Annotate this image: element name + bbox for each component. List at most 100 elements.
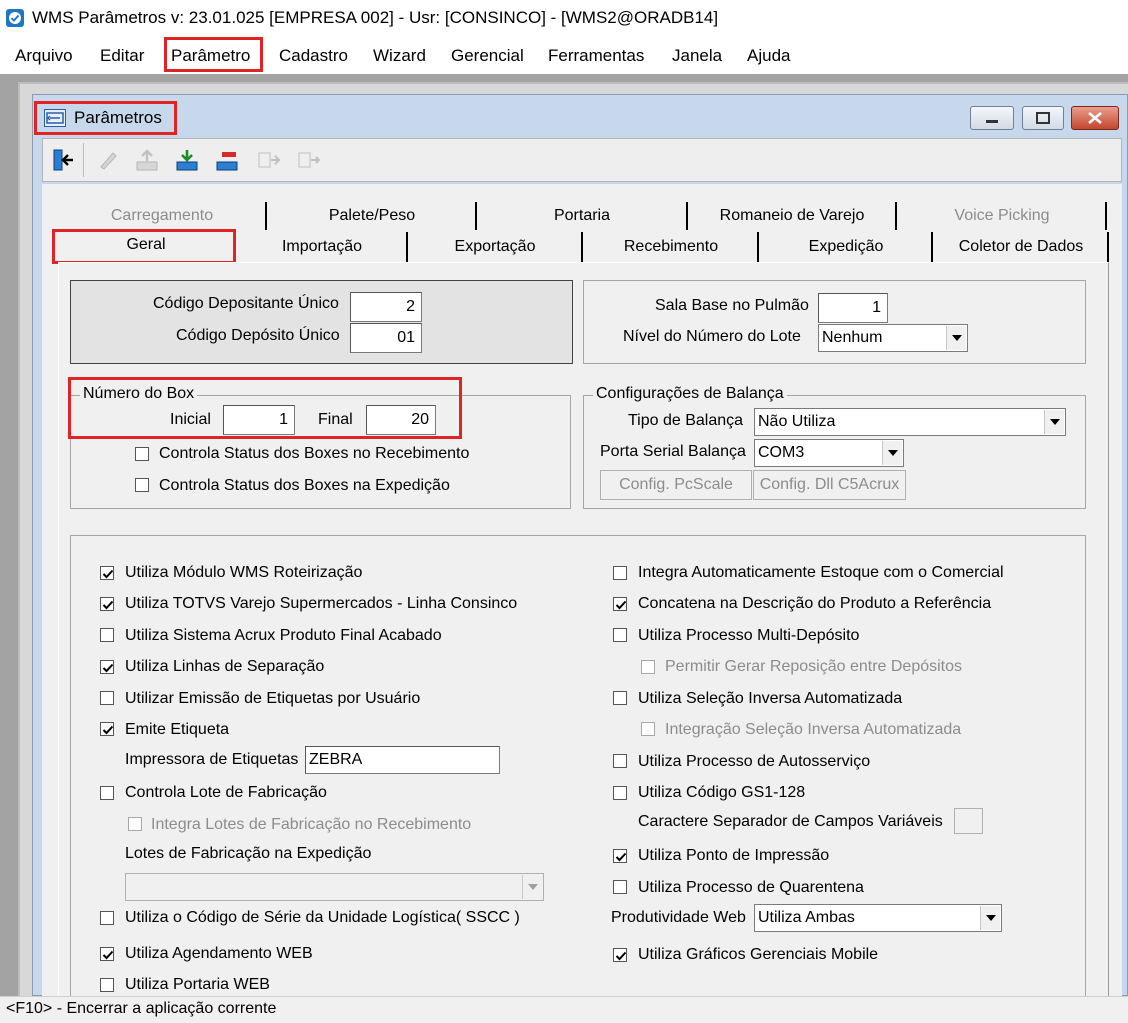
chk-quarentena-label: Utiliza Processo de Quarentena [638, 879, 864, 896]
nivel-lote-value: Nenhum [822, 329, 883, 346]
tab-palete-peso[interactable]: Palete/Peso [270, 207, 474, 225]
chk-multi-deposito-label: Utiliza Processo Multi-Depósito [638, 627, 860, 644]
sala-base-input[interactable]: 1 [818, 293, 888, 323]
tab-recebimento[interactable]: Recebimento [586, 238, 756, 256]
cod-depositante-input[interactable]: 2 [350, 292, 422, 322]
cod-deposito-input[interactable]: 01 [350, 323, 422, 353]
chk-sscc[interactable] [100, 911, 114, 925]
lotes-exped-label: Lotes de Fabricação na Expedição [125, 845, 372, 862]
menu-ajuda[interactable]: Ajuda [747, 46, 790, 66]
chk-autosservico[interactable] [613, 754, 627, 768]
chk-linhas[interactable] [100, 660, 114, 674]
chevron-down-icon[interactable] [522, 875, 542, 899]
cod-deposito-label: Código Depósito Único [176, 327, 340, 344]
tab-portaria[interactable]: Portaria [480, 207, 684, 225]
menu-ferramentas[interactable]: Ferramentas [548, 46, 644, 66]
tab-expedicao[interactable]: Expedição [762, 238, 930, 256]
chk-permitir-repos[interactable] [641, 660, 655, 674]
tab-romaneio-varejo[interactable]: Romaneio de Varejo [690, 207, 894, 225]
nivel-lote-label: Nível do Número do Lote [623, 328, 801, 345]
menu-gerencial[interactable]: Gerencial [451, 46, 524, 66]
chk-integracao-selecao-label: Integração Seleção Inversa Automatizada [665, 721, 962, 738]
download-tray-icon[interactable] [170, 142, 204, 178]
chevron-down-icon[interactable] [980, 906, 1000, 930]
chk-gs1[interactable] [613, 786, 627, 800]
tipo-balanca-value: Não Utiliza [758, 413, 836, 430]
minimize-button[interactable] [970, 106, 1014, 130]
tab-carregamento[interactable]: Carregamento [62, 207, 262, 225]
impressora-input[interactable]: ZEBRA [305, 746, 500, 774]
menu-wizard[interactable]: Wizard [373, 46, 426, 66]
chevron-down-icon[interactable] [1044, 410, 1064, 434]
codes-panel [70, 280, 573, 364]
menu-cadastro[interactable]: Cadastro [279, 46, 348, 66]
chk-status-receb[interactable] [135, 447, 149, 461]
chk-integra-lotes[interactable] [128, 817, 142, 831]
tab-voice-picking[interactable]: Voice Picking [900, 207, 1104, 225]
chk-multi-deposito[interactable] [613, 628, 627, 642]
menu-editar[interactable]: Editar [100, 46, 144, 66]
caractere-sep-label: Caractere Separador de Campos Variáveis [638, 813, 943, 830]
child-title-highlight [34, 101, 177, 135]
chk-status-exped[interactable] [135, 478, 149, 492]
chk-ponto-impressao-label: Utiliza Ponto de Impressão [638, 847, 830, 864]
close-button[interactable] [1071, 106, 1119, 130]
chk-lote-fab-label: Controla Lote de Fabricação [125, 784, 327, 801]
config-dll-button[interactable]: Config. Dll C5Acrux [753, 470, 906, 500]
chk-integra-lotes-label: Integra Lotes de Fabricação no Recebimen… [151, 816, 472, 833]
table-export-icon [292, 142, 326, 178]
chk-selecao-inversa[interactable] [613, 691, 627, 705]
exit-door-icon[interactable] [46, 142, 80, 178]
chevron-down-icon[interactable] [946, 326, 966, 350]
maximize-button[interactable] [1022, 106, 1064, 130]
chk-acrux[interactable] [100, 628, 114, 642]
caractere-sep-input[interactable] [954, 808, 983, 834]
lotes-exped-select[interactable] [125, 873, 544, 901]
chk-gs1-label: Utiliza Código GS1-128 [638, 784, 806, 801]
menu-janela[interactable]: Janela [672, 46, 722, 66]
chk-acrux-label: Utiliza Sistema Acrux Produto Final Acab… [125, 627, 442, 644]
chk-graficos-label: Utiliza Gráficos Gerenciais Mobile [638, 946, 879, 963]
cod-depositante-label: Código Depositante Único [153, 295, 339, 312]
remove-tray-icon[interactable] [210, 142, 244, 178]
chk-status-exped-label: Controla Status dos Boxes na Expedição [159, 477, 450, 494]
chk-sscc-label: Utiliza o Código de Série da Unidade Log… [125, 909, 520, 926]
chk-etiq-usuario[interactable] [100, 691, 114, 705]
tipo-balanca-select[interactable]: Não Utiliza [754, 408, 1066, 436]
chk-lote-fab[interactable] [100, 786, 114, 800]
porta-serial-label: Porta Serial Balança [600, 443, 746, 460]
chk-integra-estoque[interactable] [613, 566, 627, 580]
chk-integracao-selecao[interactable] [641, 722, 655, 736]
chk-concatena[interactable] [613, 597, 627, 611]
chk-totvs[interactable] [100, 597, 114, 611]
config-pcscale-button[interactable]: Config. PcScale [600, 470, 752, 500]
chk-autosservico-label: Utiliza Processo de Autosserviço [638, 753, 871, 770]
tab-coletor-dados[interactable]: Coletor de Dados [936, 238, 1106, 256]
porta-serial-select[interactable]: COM3 [754, 439, 904, 467]
chk-agendamento[interactable] [100, 947, 114, 961]
chk-emite-etiqueta[interactable] [100, 722, 114, 736]
chk-portaria-web[interactable] [100, 978, 114, 992]
porta-serial-value: COM3 [758, 444, 805, 461]
chk-roteirizacao[interactable] [100, 566, 114, 580]
chk-permitir-repos-label: Permitir Gerar Reposição entre Depósitos [665, 658, 963, 675]
upload-tray-icon [130, 142, 164, 178]
edit-pencil-icon [91, 142, 125, 178]
menu-arquivo[interactable]: Arquivo [15, 46, 73, 66]
produtividade-select[interactable]: Utiliza Ambas [754, 904, 1002, 932]
chk-concatena-label: Concatena na Descrição do Produto a Refe… [638, 595, 992, 612]
nivel-lote-select[interactable]: Nenhum [818, 324, 968, 352]
tab-importacao[interactable]: Importação [240, 238, 404, 256]
chk-roteirizacao-label: Utiliza Módulo WMS Roteirização [125, 564, 363, 581]
chk-selecao-inversa-label: Utiliza Seleção Inversa Automatizada [638, 690, 903, 707]
produtividade-label: Produtividade Web [611, 909, 746, 926]
chk-linhas-label: Utiliza Linhas de Separação [125, 658, 325, 675]
chk-ponto-impressao[interactable] [613, 849, 627, 863]
status-text: <F10> - Encerrar a aplicação corrente [6, 1000, 277, 1017]
window-title: WMS Parâmetros v: 23.01.025 [EMPRESA 002… [32, 8, 719, 27]
chevron-down-icon[interactable] [882, 441, 902, 465]
tab-exportacao[interactable]: Exportação [410, 238, 580, 256]
tipo-balanca-label: Tipo de Balança [628, 412, 744, 429]
chk-graficos[interactable] [613, 948, 627, 962]
chk-quarentena[interactable] [613, 880, 627, 894]
